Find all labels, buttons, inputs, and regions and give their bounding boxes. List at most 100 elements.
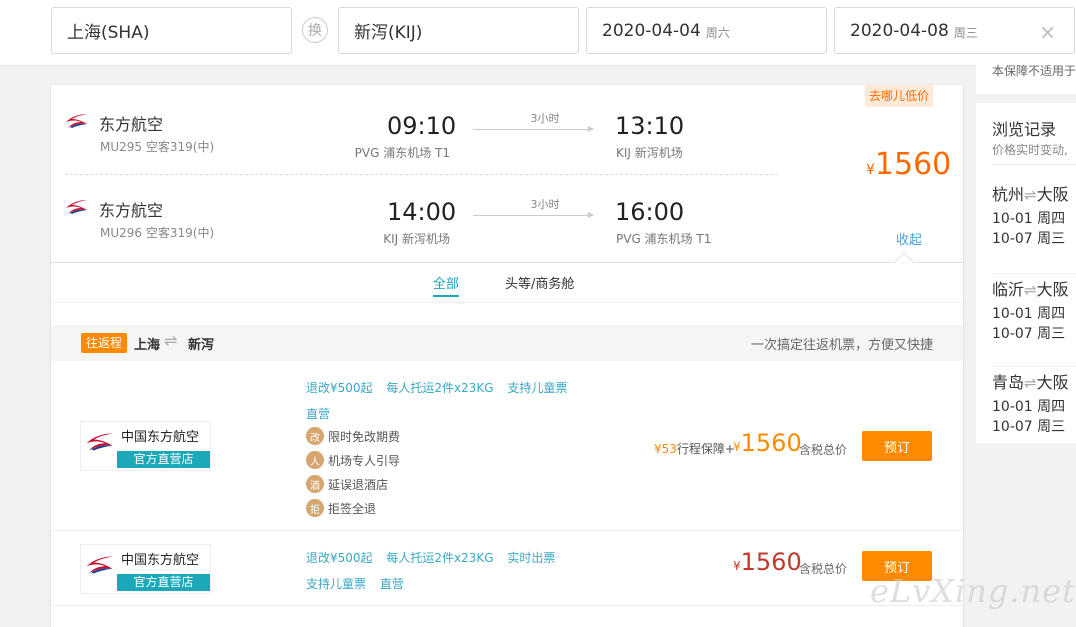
offer-price: ¥1560 <box>733 548 802 576</box>
refund-policy-link[interactable]: 退改¥500起 <box>306 381 373 395</box>
cabin-tabs: 全部 头等/商务舱 <box>51 263 963 303</box>
child-ticket-link[interactable]: 支持儿童票 <box>306 577 366 591</box>
roundtrip-arrows-icon: ⇌ <box>1024 186 1037 204</box>
airline-name: 东方航空 <box>99 201 164 220</box>
price-value: 1560 <box>740 429 802 457</box>
store-badge: 官方直营店 <box>117 574 210 591</box>
history-title: 浏览记录 <box>992 120 1057 139</box>
duration-arrow <box>473 126 594 132</box>
tab-all[interactable]: 全部 <box>433 273 460 297</box>
insurance-addon: ¥53行程保障+ <box>654 440 735 457</box>
visa-perk-icon: 拒 <box>306 499 324 517</box>
store-badge: 官方直营店 <box>117 451 210 468</box>
return-leg: 东方航空 MU296 空客319(中) 14:00 KIJ 新泻机场 3小时 1… <box>65 185 765 265</box>
china-eastern-logo-icon <box>66 114 87 128</box>
low-price-tag: 去哪儿低价 <box>865 85 934 107</box>
offer-price: ¥1560 <box>733 429 802 457</box>
roundtrip-arrows-icon: ⇌ <box>164 331 178 350</box>
history-date: 10-07 周三 <box>992 231 1066 247</box>
tax-note: 含税总价 <box>799 443 848 457</box>
baggage-link[interactable]: 每人托运2件x23KG <box>386 381 493 395</box>
history-to: 大阪 <box>1036 185 1069 204</box>
china-eastern-logo-icon <box>86 433 113 451</box>
duration-arrow <box>473 212 594 218</box>
history-from: 临沂 <box>992 280 1025 299</box>
from-city-value: 上海(SHA) <box>67 23 150 43</box>
price-currency: ¥ <box>733 559 741 573</box>
roundtrip-badge: 往返程 <box>81 333 128 353</box>
refund-policy-link[interactable]: 退改¥500起 <box>306 551 373 565</box>
swap-cities-button[interactable]: 换 <box>302 17 328 43</box>
book-button[interactable]: 预订 <box>862 431 932 461</box>
perk-item: 酒延误退酒店 <box>306 474 388 494</box>
roundtrip-slogan: 一次搞定往返机票，方便又快捷 <box>750 338 933 353</box>
history-to: 大阪 <box>1036 373 1069 392</box>
depart-date-field[interactable]: 2020-04-04 周六 <box>586 7 827 54</box>
collapse-link[interactable]: 收起 <box>896 229 922 248</box>
perk-item: 改限时免改期费 <box>306 426 400 446</box>
history-item[interactable]: 青岛⇌大阪 10-01 周四 10-07 周三 <box>992 366 1076 436</box>
lowest-price: ¥1560 <box>866 147 951 182</box>
history-date: 10-01 周四 <box>992 211 1066 227</box>
baggage-link[interactable]: 每人托运2件x23KG <box>386 551 493 565</box>
arrival-time: 16:00 <box>615 198 685 226</box>
offer-row: 中国东方航空 官方直营店 退改¥500起 每人托运2件x23KG 支持儿童票 直… <box>51 361 963 531</box>
history-date: 10-07 周三 <box>992 419 1066 435</box>
arrival-time: 13:10 <box>615 112 685 140</box>
arrival-airport: KIJ 新泻机场 <box>616 146 683 160</box>
from-city-field[interactable]: 上海(SHA) <box>51 7 292 54</box>
flight-card: 去哪儿低价 东方航空 MU295 空客319(中) 09:10 PVG 浦东机场… <box>51 85 963 627</box>
price-value: 1560 <box>740 548 802 576</box>
change-perk-icon: 改 <box>306 427 324 445</box>
history-from: 杭州 <box>992 185 1025 204</box>
direct-sale-link[interactable]: 直营 <box>306 407 330 421</box>
insurance-label: 行程保障+ <box>676 442 735 456</box>
hotel-perk-icon: 酒 <box>306 475 324 493</box>
flight-duration: 3小时 <box>530 112 560 125</box>
perk-label: 延误退酒店 <box>328 477 389 492</box>
roundtrip-from: 上海 <box>134 338 161 353</box>
instant-ticket-link[interactable]: 实时出票 <box>507 551 555 565</box>
china-eastern-logo-icon <box>66 200 87 214</box>
tab-first-business[interactable]: 头等/商务舱 <box>505 273 574 292</box>
return-date-field[interactable]: 2020-04-08 周三 × <box>834 7 1075 54</box>
direct-sale-link[interactable]: 直营 <box>380 577 404 591</box>
china-eastern-logo-icon <box>86 556 113 574</box>
perk-label: 限时免改期费 <box>328 429 401 444</box>
guide-perk-icon: 人 <box>306 451 324 469</box>
arrival-airport: PVG 浦东机场 T1 <box>616 232 712 246</box>
guarantee-note: 本保障不适用于 <box>992 64 1076 78</box>
price-value: 1560 <box>874 147 952 182</box>
history-to: 大阪 <box>1036 280 1069 299</box>
flight-duration: 3小时 <box>530 198 560 211</box>
perk-label: 拒签全退 <box>328 501 377 516</box>
return-weekday: 周三 <box>953 25 978 40</box>
store-name: 中国东方航空 <box>121 430 200 445</box>
history-date: 10-01 周四 <box>992 399 1066 415</box>
to-city-field[interactable]: 新泻(KIJ) <box>338 7 579 54</box>
child-ticket-link[interactable]: 支持儿童票 <box>507 381 567 395</box>
flight-number: MU296 空客319(中) <box>100 226 215 240</box>
history-divider <box>992 164 1076 165</box>
leg-divider <box>65 174 778 175</box>
roundtrip-to: 新泻 <box>188 338 215 353</box>
store-card[interactable]: 中国东方航空 官方直营店 <box>80 421 211 471</box>
flight-number: MU295 空客319(中) <box>100 140 215 154</box>
history-date: 10-07 周三 <box>992 326 1066 342</box>
history-from: 青岛 <box>992 373 1025 392</box>
tax-note: 含税总价 <box>799 562 848 576</box>
depart-weekday: 周六 <box>705 25 730 40</box>
history-item[interactable]: 杭州⇌大阪 10-01 周四 10-07 周三 <box>992 181 1076 248</box>
roundtrip-header: 往返程 上海 ⇌ 新泻 一次搞定往返机票，方便又快捷 <box>51 325 963 361</box>
perk-item: 拒拒签全退 <box>306 498 376 518</box>
watermark: eLvXing.net <box>870 572 1076 610</box>
offer-links: 直营 <box>306 405 340 422</box>
store-card[interactable]: 中国东方航空 官方直营店 <box>80 544 211 594</box>
search-bar: 上海(SHA) 换 新泻(KIJ) 2020-04-04 周六 2020-04-… <box>0 0 1076 66</box>
history-item[interactable]: 临沂⇌大阪 10-01 周四 10-07 周三 <box>992 273 1076 343</box>
offer-links: 支持儿童票 直营 <box>306 575 414 592</box>
history-subtitle: 价格实时变动, <box>992 143 1068 157</box>
departure-airport: KIJ 新泻机场 <box>383 232 450 246</box>
clear-icon[interactable]: × <box>1039 20 1056 44</box>
offer-row: 中国东方航空 官方直营店 退改¥500起 每人托运2件x23KG 实时出票 支持… <box>51 531 963 606</box>
